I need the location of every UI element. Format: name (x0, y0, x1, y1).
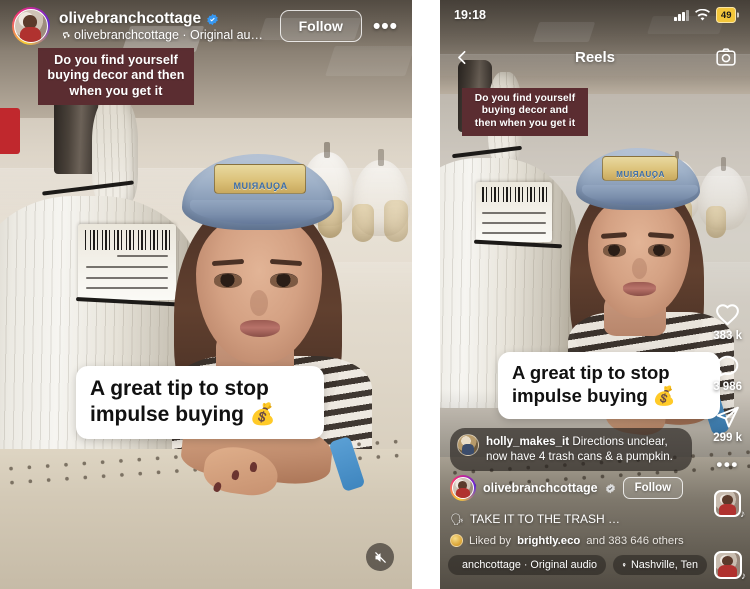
status-icons: 49 (674, 7, 736, 23)
rail-more-button[interactable]: ••• (716, 456, 738, 473)
caption-text: TAKE IT TO THE TRASH … (469, 512, 621, 526)
audio-pill[interactable]: anchcottage · Original audio (448, 555, 606, 575)
audio-cover-thumbnail (714, 490, 742, 517)
screenshot-canvas: AQUARIUM Do you find yourself buying dec… (0, 0, 750, 589)
follow-button[interactable]: Follow (279, 10, 362, 42)
reels-navbar: Reels (440, 42, 750, 72)
location-pill-label: Nashville, Ten (630, 559, 698, 571)
battery-indicator: 49 (715, 7, 736, 23)
like-count: 383 k (713, 330, 742, 342)
comment-text: holly_makes_it Directions unclear, now h… (486, 434, 681, 464)
status-time: 19:18 (454, 8, 486, 22)
right-caption-sticker: Do you find yourself buying decor and th… (462, 88, 588, 137)
pinned-comment[interactable]: holly_makes_it Directions unclear, now h… (450, 427, 692, 471)
background-jar (352, 204, 374, 242)
music-note-icon (63, 31, 70, 38)
back-chevron-icon (458, 50, 466, 64)
avatar[interactable] (450, 475, 476, 501)
audio-pill-label: anchcottage · Original audio (462, 559, 598, 571)
more-options-button[interactable]: ••• (371, 16, 400, 37)
comment-count: 3 986 (713, 381, 742, 393)
audio-label: olivebranchcottage · Original au… (74, 28, 263, 42)
status-bar: 19:18 49 (440, 0, 750, 30)
camera-icon (716, 48, 736, 66)
comment-icon (716, 355, 739, 377)
right-headline-sticker: A great tip to stop impulse buying 💰 (498, 352, 720, 420)
header-username-row[interactable]: olivebranchcottage (59, 10, 271, 28)
comment-button[interactable]: 3 986 (713, 354, 742, 393)
navbar-title: Reels (574, 48, 616, 66)
username-label: olivebranchcottage (59, 10, 202, 27)
share-count: 299 k (713, 432, 742, 444)
caption-row[interactable]: 🗣 TAKE IT TO THE TRASH … (450, 512, 694, 526)
left-reel-header: olivebranchcottage olivebranchcottage · … (0, 0, 412, 52)
cap-patch-label: AQUARIUM (232, 181, 288, 192)
author-username[interactable]: olivebranchcottage (483, 481, 598, 495)
action-rail: 383 k 3 986 299 k ••• ♪ (713, 303, 745, 520)
back-button[interactable] (454, 49, 471, 66)
cap-patch: AQUARIUM (214, 164, 306, 194)
camera-button[interactable] (716, 48, 736, 66)
verified-badge-icon (605, 483, 615, 493)
music-note-icon: ♪ (741, 571, 746, 582)
background-jar (706, 206, 726, 238)
reel-bottom-bar: anchcottage · Original audio Nashville, … (448, 551, 746, 582)
audio-thumbnail-button[interactable]: ♪ (714, 551, 746, 582)
price-tag (78, 224, 176, 300)
commenter-username: holly_makes_it (486, 434, 570, 448)
share-icon (716, 406, 740, 428)
avatar[interactable] (12, 7, 50, 45)
cap-patch-label: AQUARIUM (615, 169, 665, 179)
right-reel-panel: AQUARIUM Do you find yourself buying dec… (440, 0, 750, 589)
price-tag (476, 182, 552, 242)
audio-thumbnail-button[interactable]: ♪ (714, 490, 745, 520)
red-shelf-tag (0, 108, 20, 154)
left-caption-sticker: Do you find yourself buying decor and th… (38, 48, 194, 106)
like-button[interactable]: 383 k (713, 303, 742, 342)
mute-speaker-icon (374, 551, 386, 563)
liked-by-prefix: Liked by (469, 534, 512, 547)
header-audio-row[interactable]: olivebranchcottage · Original au… (59, 28, 271, 42)
wifi-icon (694, 9, 710, 21)
commenter-avatar (457, 433, 479, 456)
heart-icon (716, 304, 740, 326)
liked-by-suffix: and 383 646 others (586, 534, 684, 547)
left-video-frame[interactable]: AQUARIUM Do you find yourself buying dec… (0, 0, 412, 589)
liked-by-account: brightly.eco (517, 534, 581, 547)
location-pin-icon (622, 563, 626, 567)
speaking-head-emoji: 🗣 (450, 513, 464, 526)
background-jar (384, 200, 408, 242)
right-video-frame[interactable]: AQUARIUM Do you find yourself buying dec… (440, 0, 750, 589)
left-reel-panel: AQUARIUM Do you find yourself buying dec… (0, 0, 412, 589)
liker-avatar (450, 534, 463, 547)
liked-by-row[interactable]: Liked by brightly.eco and 383 646 others (450, 534, 694, 547)
cap-patch: AQUARIUM (602, 156, 678, 181)
lamp-cord-bundle (92, 96, 138, 208)
cellular-signal-icon (674, 9, 689, 21)
location-pill[interactable]: Nashville, Ten (612, 555, 707, 575)
verified-badge-icon (207, 13, 218, 25)
left-headline-sticker: A great tip to stop impulse buying 💰 (76, 366, 324, 440)
music-note-icon: ♪ (740, 509, 746, 520)
author-row: olivebranchcottage Follow (450, 475, 684, 501)
header-names: olivebranchcottage olivebranchcottage · … (59, 10, 271, 42)
audio-cover-thumbnail (714, 551, 742, 579)
mute-button[interactable] (366, 543, 394, 571)
follow-button[interactable]: Follow (622, 477, 684, 499)
share-button[interactable]: 299 k (713, 405, 742, 444)
